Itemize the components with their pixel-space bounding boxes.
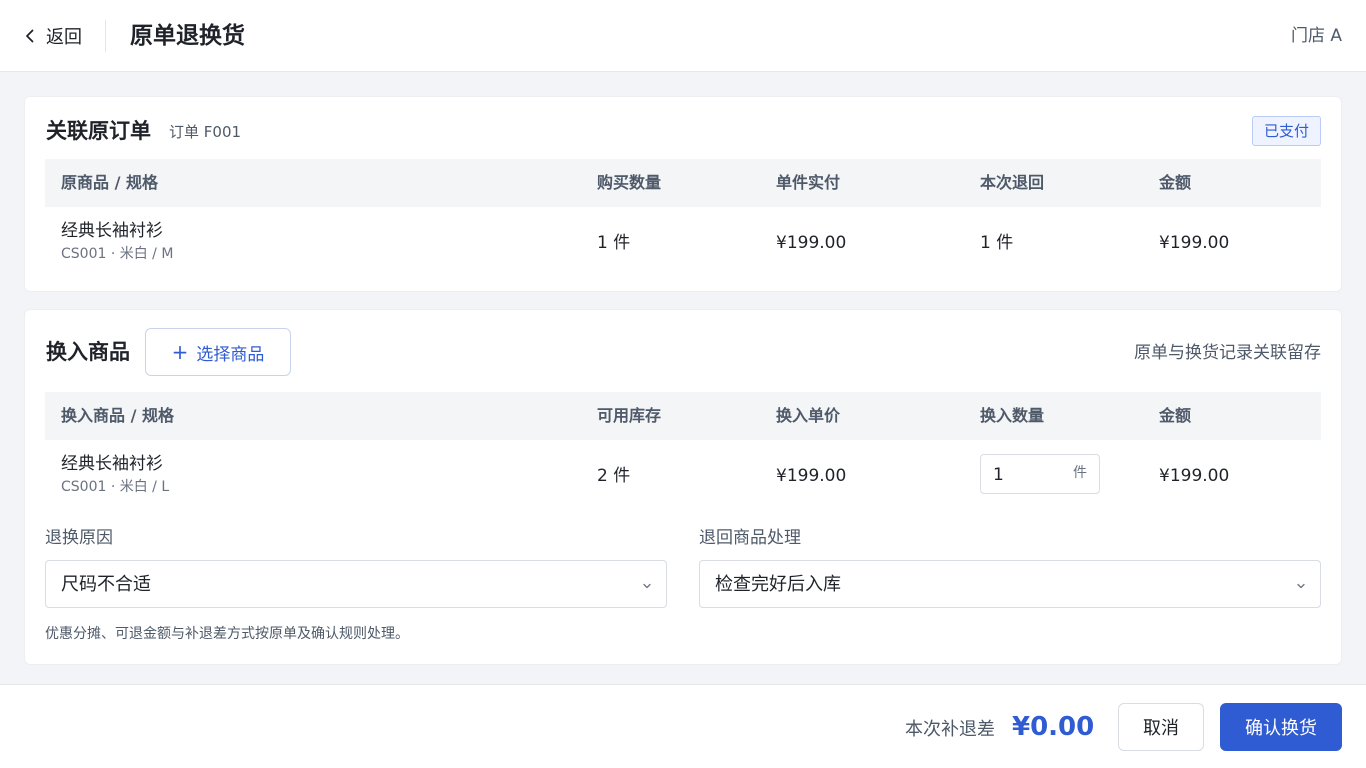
back-label: 返回 — [46, 27, 82, 48]
order-reference: 订单 F001 — [169, 123, 242, 141]
column-header: 本次退回 — [980, 173, 1045, 192]
chevron-down-icon — [643, 583, 651, 589]
exchange-table-header: 换入商品 / 规格 可用库存 换入单价 换入数量 金额 — [45, 392, 1321, 440]
store-name[interactable]: 门店 A — [1291, 22, 1342, 50]
chevron-left-icon — [26, 29, 34, 43]
product-name: 经典长袖衬衫 — [61, 221, 163, 241]
difference-amount: ¥0.00 — [1012, 712, 1095, 742]
column-header: 原商品 / 规格 — [61, 173, 158, 192]
amount: ¥199.00 — [1159, 233, 1230, 253]
unit-price: ¥199.00 — [776, 466, 847, 486]
product-name: 经典长袖衬衫 — [61, 454, 163, 474]
select-product-label: 选择商品 — [196, 344, 265, 365]
reason-value: 尺码不合适 — [61, 574, 151, 595]
column-header: 换入商品 / 规格 — [61, 406, 174, 425]
plus-icon: + — [171, 340, 189, 364]
product-sku: CS001 · 米白 / M — [61, 246, 174, 262]
header-divider — [105, 20, 106, 52]
column-header: 换入单价 — [776, 406, 841, 425]
action-footer: 本次补退差 ¥0.00 取消 确认换货 — [0, 684, 1366, 768]
unit-paid: ¥199.00 — [776, 233, 847, 253]
handling-label: 退回商品处理 — [699, 528, 801, 548]
amount: ¥199.00 — [1159, 466, 1230, 486]
exchange-title: 换入商品 — [46, 340, 130, 364]
quantity-input[interactable] — [993, 463, 1063, 487]
available-stock: 2 件 — [597, 466, 631, 486]
column-header: 购买数量 — [597, 173, 662, 192]
original-order-title: 关联原订单 — [46, 119, 151, 143]
quantity-unit: 件 — [1073, 465, 1087, 481]
status-badge: 已支付 — [1251, 116, 1321, 146]
quantity-input-box[interactable]: 件 — [980, 454, 1100, 494]
reason-label: 退换原因 — [45, 528, 113, 548]
page-title: 原单退换货 — [130, 23, 245, 49]
back-button[interactable]: 返回 — [22, 22, 82, 50]
cancel-button[interactable]: 取消 — [1118, 703, 1204, 751]
confirm-exchange-button[interactable]: 确认换货 — [1220, 703, 1342, 751]
return-qty: 1 件 — [980, 233, 1014, 253]
handling-value: 检查完好后入库 — [715, 574, 841, 595]
table-row: 经典长袖衬衫 CS001 · 米白 / M 1 件 ¥199.00 1 件 ¥1… — [45, 209, 1321, 277]
reason-select[interactable]: 尺码不合适 — [45, 560, 667, 608]
page-header: 返回 原单退换货 门店 A — [0, 0, 1366, 72]
column-header: 单件实付 — [776, 173, 841, 192]
handling-select[interactable]: 检查完好后入库 — [699, 560, 1321, 608]
select-product-button[interactable]: + 选择商品 — [145, 328, 291, 376]
column-header: 金额 — [1159, 173, 1192, 192]
original-order-card: 关联原订单 订单 F001 已支付 原商品 / 规格 购买数量 单件实付 本次退… — [24, 96, 1342, 292]
table-row: 经典长袖衬衫 CS001 · 米白 / L 2 件 ¥199.00 件 ¥199… — [45, 442, 1321, 510]
chevron-down-icon — [1297, 583, 1305, 589]
exchange-hint: 原单与换货记录关联留存 — [1134, 343, 1321, 363]
difference-label: 本次补退差 — [905, 719, 995, 740]
column-header: 换入数量 — [980, 406, 1045, 425]
exchange-card: 换入商品 + 选择商品 原单与换货记录关联留存 换入商品 / 规格 可用库存 换… — [24, 309, 1342, 665]
column-header: 金额 — [1159, 406, 1192, 425]
product-sku: CS001 · 米白 / L — [61, 479, 170, 495]
rules-footnote: 优惠分摊、可退金额与补退差方式按原单及确认规则处理。 — [45, 626, 409, 642]
original-order-table-header: 原商品 / 规格 购买数量 单件实付 本次退回 金额 — [45, 159, 1321, 207]
purchase-qty: 1 件 — [597, 233, 631, 253]
column-header: 可用库存 — [597, 406, 662, 425]
